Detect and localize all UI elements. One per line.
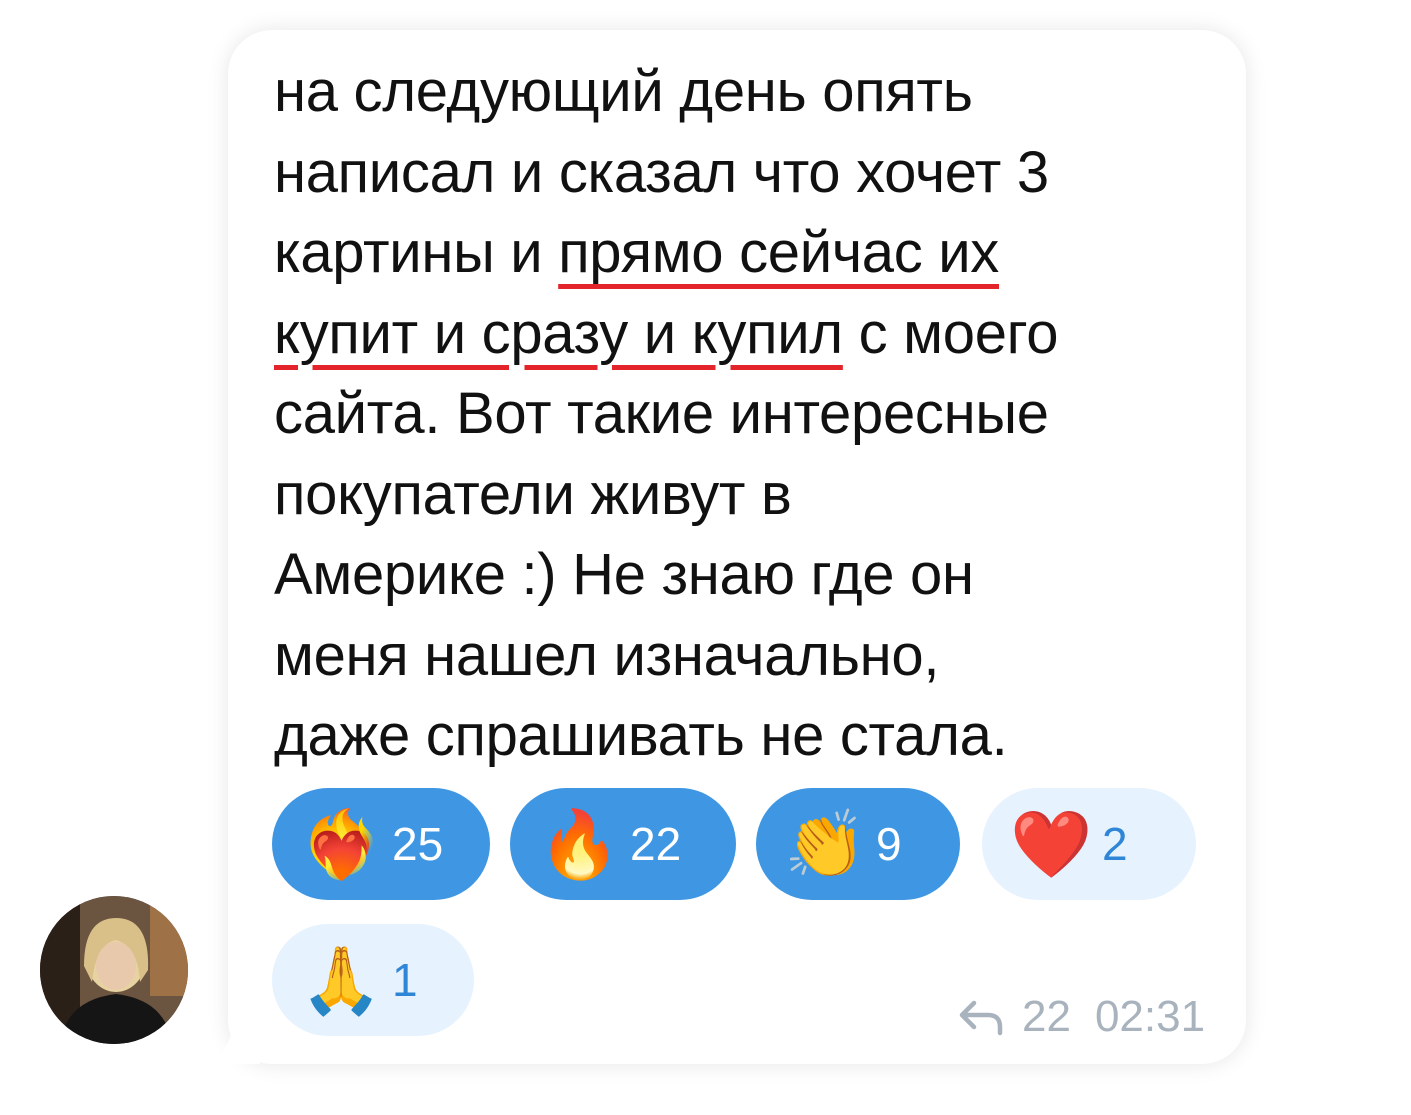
- reaction-fire[interactable]: 🔥 22: [510, 788, 736, 900]
- reply-count[interactable]: 22: [1022, 992, 1071, 1042]
- avatar-photo: [40, 896, 188, 1044]
- underlined-text: прямо сейчас их: [558, 220, 1000, 285]
- message-text: на следующий день опять написал и сказал…: [274, 52, 1234, 777]
- fire-icon: 🔥: [538, 807, 621, 881]
- reaction-folded-hands[interactable]: 🙏 1: [272, 924, 474, 1036]
- reaction-count: 2: [1102, 818, 1128, 870]
- reply-icon[interactable]: [958, 997, 1004, 1037]
- message-line: картины и прямо сейчас их: [274, 213, 1234, 294]
- red-heart-icon: ❤️: [1010, 807, 1093, 881]
- message-line: Америке :) Не знаю где он: [274, 542, 974, 607]
- reaction-heart-on-fire[interactable]: ❤️‍🔥 25: [272, 788, 490, 900]
- message-line: меня нашел изначально,: [274, 622, 940, 688]
- message-text-fragment: картины и: [274, 220, 559, 285]
- avatar[interactable]: [40, 896, 188, 1044]
- message-text-fragment: с моего: [842, 300, 1059, 366]
- reaction-count: 9: [876, 818, 902, 870]
- message-line: купит и сразу и купил с моего: [274, 294, 1234, 375]
- message-line: на следующий день опять: [274, 59, 973, 124]
- bubble-tail: [206, 1020, 260, 1064]
- clapping-hands-icon: 👏: [784, 807, 867, 881]
- reaction-count: 1: [392, 954, 418, 1006]
- message-line: покупатели живут в: [274, 461, 792, 527]
- message-line: написал и сказал что хочет 3: [274, 139, 1049, 205]
- reaction-clapping-hands[interactable]: 👏 9: [756, 788, 960, 900]
- underlined-text: купит и сразу и купил: [274, 300, 843, 366]
- message-line: даже спрашивать не стала.: [274, 703, 1008, 768]
- message-time: 02:31: [1094, 992, 1206, 1041]
- reaction-count: 25: [392, 818, 444, 870]
- reaction-count: 22: [630, 818, 682, 870]
- message-line: сайта. Вот такие интересные: [274, 381, 1049, 446]
- message-meta: 22 02:31: [958, 992, 1205, 1042]
- heart-on-fire-icon: ❤️‍🔥: [300, 807, 383, 881]
- folded-hands-icon: 🙏: [300, 943, 383, 1017]
- reaction-red-heart[interactable]: ❤️ 2: [982, 788, 1196, 900]
